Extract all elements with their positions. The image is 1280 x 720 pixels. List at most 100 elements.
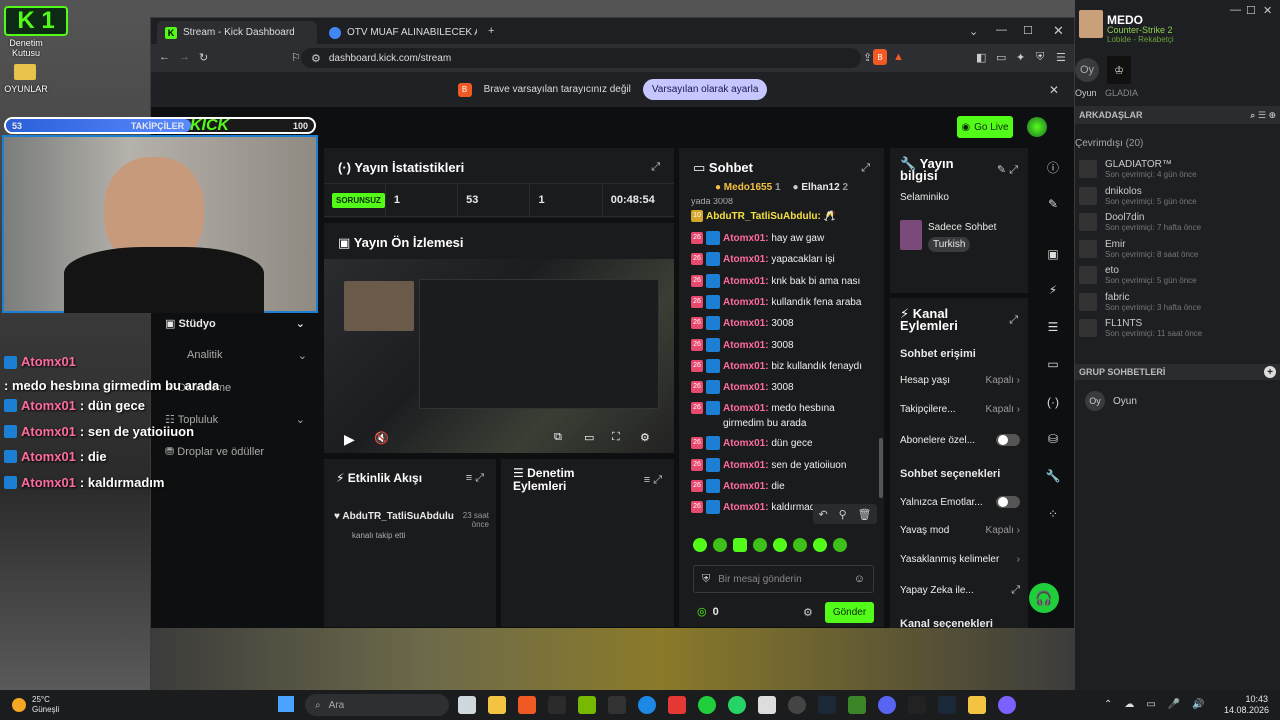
group-oyun-icon[interactable]: Oy — [1075, 58, 1099, 82]
friend-item[interactable]: eto Son çevrimiçi: 5 gün önce — [1075, 262, 1280, 288]
followers-only-row[interactable]: Takipçilere... Kapalı › — [900, 404, 1020, 415]
app-icon[interactable] — [668, 696, 686, 714]
microphone-icon[interactable]: 🎤 — [1168, 699, 1180, 710]
taskbar-search[interactable]: ⌕ Ara — [305, 694, 449, 716]
chat-message[interactable]: 26 Atomx01: 3008 — [691, 316, 876, 331]
minimize-icon[interactable]: — — [996, 24, 1007, 36]
chat-message[interactable]: 26 Atomx01: dün gece — [691, 436, 876, 451]
add-group-icon[interactable]: + — [1264, 366, 1276, 378]
nodes-icon[interactable]: ⁘ — [1039, 500, 1067, 528]
task-view-icon[interactable] — [458, 696, 476, 714]
pin-icon[interactable]: ⚲ — [839, 508, 847, 521]
chat-settings-icon[interactable]: ⚙ — [803, 606, 813, 619]
steam-avatar[interactable] — [1079, 10, 1103, 38]
friend-item[interactable]: dnikolos Son çevrimiçi: 5 gün önce — [1075, 183, 1280, 209]
friend-item[interactable]: Emir Son çevrimiçi: 8 saat önce — [1075, 236, 1280, 262]
capcut-icon[interactable] — [758, 696, 776, 714]
account-age-row[interactable]: Hesap yaşı Kapalı › — [900, 375, 1020, 386]
chat-message[interactable]: 26 Atomx01: die — [691, 479, 876, 494]
reply-icon[interactable]: ↶ — [818, 508, 827, 521]
url-field[interactable]: ⚙ dashboard.kick.com/stream — [301, 48, 861, 68]
popout-icon[interactable]: ⤢ — [651, 161, 660, 174]
edit-icon[interactable]: ✎ — [997, 163, 1006, 176]
subscribers-only-row[interactable]: Abonelere özel... — [900, 434, 1020, 446]
reload-icon[interactable]: ↻ — [199, 51, 208, 64]
steam-icon[interactable] — [938, 696, 956, 714]
wallet-icon[interactable]: ▭ — [996, 51, 1006, 64]
banned-words-row[interactable]: Yasaklanmış kelimeler › — [900, 554, 1020, 565]
obs-icon[interactable] — [998, 696, 1016, 714]
forward-icon[interactable]: → — [179, 51, 190, 63]
popout-icon[interactable]: ⤢ — [1009, 314, 1018, 327]
cloud-icon[interactable]: ☁ — [1124, 699, 1134, 710]
kick-icon[interactable] — [698, 696, 716, 714]
minimize-icon[interactable]: — — [1230, 4, 1241, 16]
support-headset-icon[interactable]: 🎧 — [1029, 583, 1059, 613]
file-explorer-icon[interactable] — [488, 696, 506, 714]
chat-message[interactable]: 26 Atomx01: medo hesbına girmedim bu arad… — [691, 401, 876, 431]
emote-icon[interactable] — [773, 538, 787, 552]
theater-icon[interactable]: ▭ — [584, 431, 594, 444]
friend-item[interactable]: GLADIATOR™ Son çevrimiçi: 4 gün önce — [1075, 156, 1280, 182]
play-icon[interactable]: ▶ — [344, 431, 355, 448]
chevron-down-icon[interactable]: ⌄ — [969, 25, 978, 38]
weather-widget[interactable]: 25°C Güneşli — [12, 695, 59, 715]
go-live-button[interactable]: ◉ Go Live — [957, 116, 1013, 138]
clock[interactable]: 10:43 14.08.2026 — [1224, 694, 1269, 716]
chat-message[interactable]: 26 Atomx01: kullandık fena araba — [691, 294, 876, 310]
send-button[interactable]: Gönder — [825, 602, 874, 623]
maximize-icon[interactable]: ☐ — [1246, 4, 1256, 17]
share-icon[interactable]: ⇪ — [863, 51, 872, 64]
app-icon[interactable] — [788, 696, 806, 714]
minecraft-icon[interactable] — [848, 696, 866, 714]
popout-icon[interactable]: ⤢ — [475, 472, 484, 485]
close-icon[interactable]: ✕ — [1053, 23, 1064, 39]
emote-icon[interactable] — [713, 538, 727, 552]
sidebar-icon[interactable]: ◧ — [976, 51, 986, 64]
avatar[interactable] — [1027, 117, 1047, 137]
fullscreen-icon[interactable]: ⛶ — [612, 431, 620, 444]
menu-icon[interactable]: ☰ — [1056, 51, 1066, 64]
windows-start-icon[interactable] — [278, 696, 294, 712]
ai-moderation-row[interactable]: Yapay Zeka ile... ⤢ — [900, 584, 1020, 597]
emote-icon[interactable] — [753, 538, 767, 552]
folder-icon[interactable] — [14, 64, 36, 80]
filter-icon[interactable]: ≡ — [644, 474, 650, 486]
emote-only-row[interactable]: Yalnızca Emotlar... — [900, 496, 1020, 508]
friend-item[interactable]: Dool7din Son çevrimiçi: 7 hafta önce — [1075, 209, 1280, 235]
chat-message[interactable]: 26 Atomx01: 3008 — [691, 380, 876, 395]
infobar-close-icon[interactable]: ✕ — [1049, 83, 1059, 97]
chat-toggle-icon[interactable]: ▭ — [1039, 350, 1067, 378]
preview-toggle-icon[interactable]: ▣ — [1039, 240, 1067, 268]
chat-message[interactable]: 26 Atomx01: knk bak bi ama nası — [691, 273, 876, 289]
chat-message[interactable]: 26 Atomx01: hay aw gaw — [691, 231, 876, 246]
chevron-up-icon[interactable]: ⌃ — [1104, 699, 1112, 710]
subscribers-only-toggle[interactable] — [996, 434, 1020, 446]
chat-input[interactable]: ⛨ Bir mesaj gönderin ☺ — [693, 565, 874, 593]
app-icon[interactable] — [548, 696, 566, 714]
filter-icon[interactable]: ≡ — [466, 472, 472, 484]
info-icon[interactable]: ⓘ — [1039, 153, 1067, 181]
chat-message[interactable]: 10 AbduTR_TatliSuAbdulu: 🥂 — [691, 209, 876, 224]
vpn-icon[interactable]: ⛨ — [1036, 51, 1044, 64]
brave-icon[interactable] — [518, 696, 536, 714]
app-icon[interactable] — [908, 696, 926, 714]
back-icon[interactable]: ← — [159, 51, 170, 63]
friend-item[interactable]: fabric Son çevrimiçi: 3 hafta önce — [1075, 289, 1280, 315]
bookmark-icon[interactable]: ⚐ — [291, 51, 301, 64]
app-icon[interactable] — [968, 696, 986, 714]
network-icon[interactable]: ▭ — [1146, 699, 1155, 710]
maximize-icon[interactable]: ☐ — [1023, 24, 1033, 37]
chat-message[interactable]: 26 Atomx01: yapacakları işi — [691, 252, 876, 267]
popout-icon[interactable]: ⤢ — [861, 162, 870, 175]
close-icon[interactable]: ✕ — [1263, 4, 1272, 17]
list-toggle-icon[interactable]: ☰ — [1039, 313, 1067, 341]
brave-shield-icon[interactable]: B — [873, 49, 887, 65]
emote-icon[interactable] — [793, 538, 807, 552]
group-oyun[interactable]: Oy Oyun — [1085, 391, 1137, 411]
storage-toggle-icon[interactable]: ⛁ — [1039, 425, 1067, 453]
popout-icon[interactable]: ⤢ — [1009, 164, 1018, 177]
chat-message[interactable]: 26 Atomx01: biz kullandık fenaydı — [691, 358, 876, 374]
chat-scrollbar[interactable] — [879, 438, 883, 498]
lightning-toggle-icon[interactable]: ⚡ — [1039, 276, 1067, 304]
